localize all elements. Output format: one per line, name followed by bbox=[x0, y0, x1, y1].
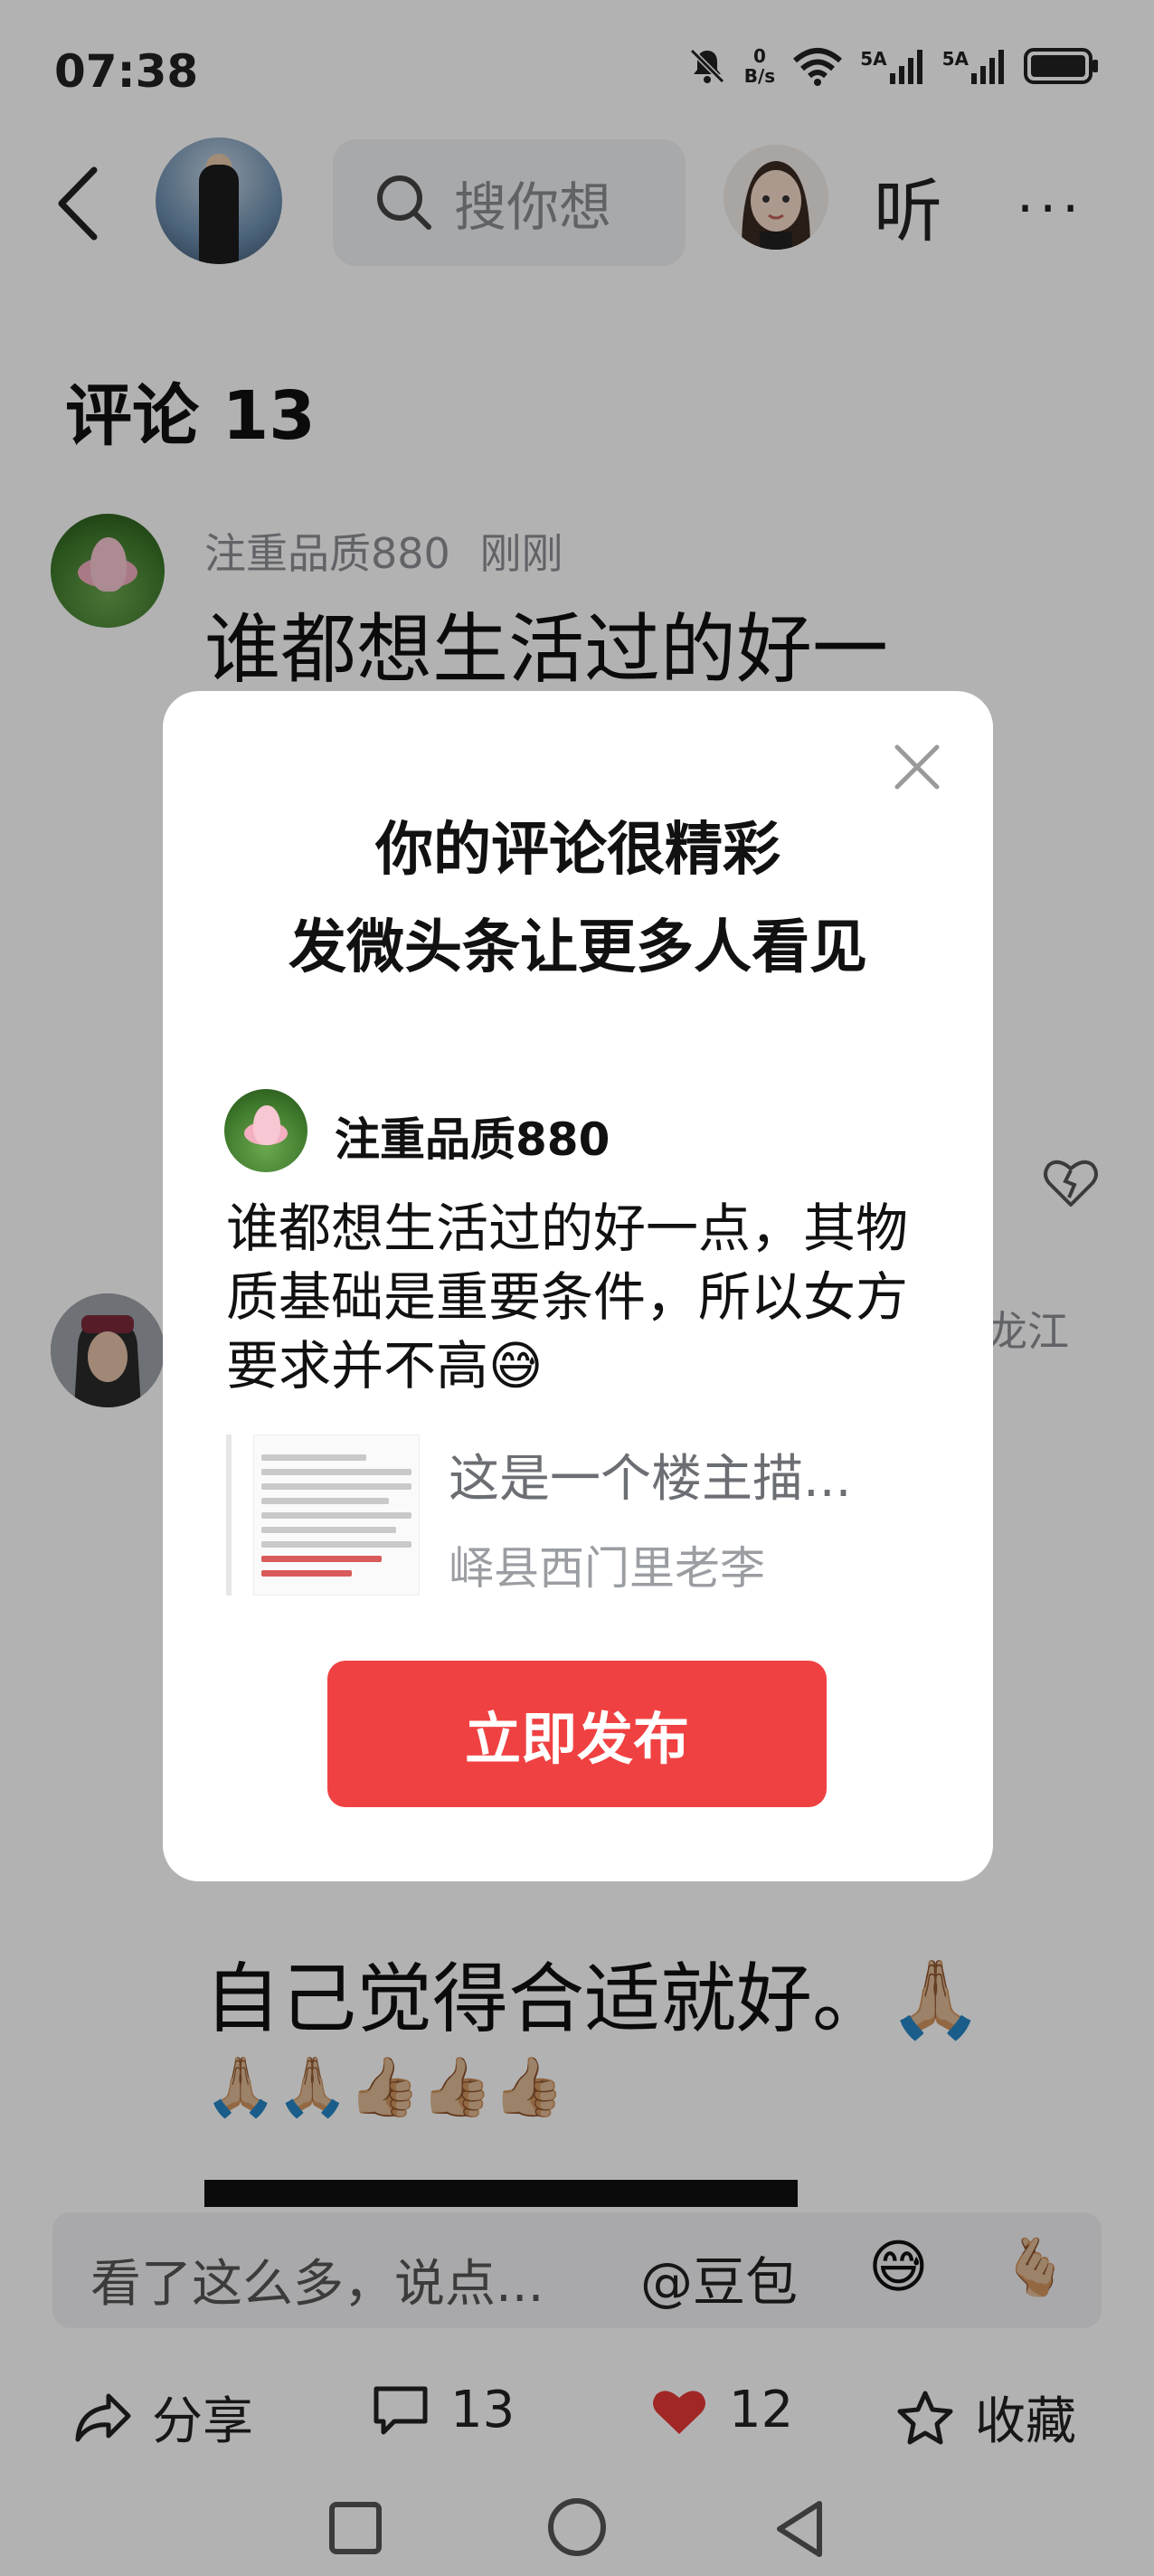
modal-user-avatar bbox=[224, 1089, 307, 1172]
modal-subtitle: 发微头条让更多人看见 bbox=[288, 914, 867, 981]
quoted-post-title: 这是一个楼主描... bbox=[449, 1450, 852, 1509]
publish-now-button[interactable]: 立即发布 bbox=[327, 1661, 827, 1807]
modal-comment-text: 谁都想生活过的好一点，其物质基础是重要条件，所以女方要求并不高😅 bbox=[226, 1198, 909, 1397]
quote-divider bbox=[226, 1435, 232, 1596]
quoted-post-author: 峄县西门里老李 bbox=[449, 1542, 765, 1595]
quoted-post-thumbnail bbox=[253, 1435, 420, 1596]
modal-user-name: 注重品质880 bbox=[335, 1113, 610, 1166]
close-icon[interactable] bbox=[892, 742, 942, 792]
modal-title: 你的评论很精彩 bbox=[375, 817, 780, 884]
